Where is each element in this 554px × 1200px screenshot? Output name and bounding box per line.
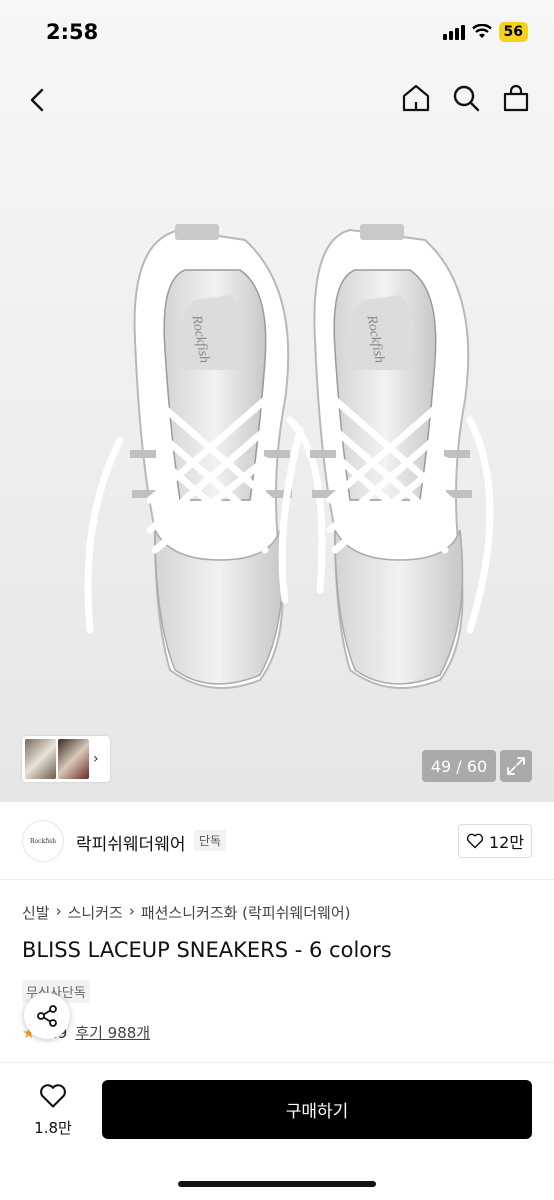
buy-button[interactable]: 구매하기 bbox=[102, 1080, 532, 1139]
wifi-icon bbox=[471, 24, 492, 38]
review-link[interactable]: 후기 988개 bbox=[75, 1022, 150, 1043]
chevron-right-icon: › bbox=[128, 902, 135, 920]
right-shoe: Rockfish bbox=[278, 224, 494, 689]
product-title: BLISS LACEUP SNEAKERS - 6 colors bbox=[22, 938, 392, 962]
bottom-action-bar: 1.8만 구매하기 bbox=[0, 1062, 554, 1200]
status-time: 2:58 bbox=[46, 20, 99, 44]
exclusive-badge: 단독 bbox=[194, 830, 227, 851]
share-button[interactable] bbox=[24, 993, 70, 1039]
signal-icon bbox=[442, 24, 465, 40]
brand-row[interactable]: Rockfish 락피쉬웨더웨어 단독 12만 bbox=[0, 802, 554, 880]
breadcrumb-item[interactable]: 신발 bbox=[22, 902, 50, 923]
brand-name[interactable]: 락피쉬웨더웨어 bbox=[76, 830, 185, 855]
home-icon[interactable] bbox=[400, 82, 432, 114]
brand-logo[interactable]: Rockfish bbox=[22, 820, 64, 862]
home-indicator bbox=[178, 1181, 376, 1187]
share-icon bbox=[37, 1005, 57, 1027]
image-counter: 49 / 60 bbox=[422, 750, 496, 782]
expand-icon[interactable] bbox=[500, 750, 532, 782]
left-shoe: Rockfish bbox=[84, 224, 326, 689]
breadcrumb-item[interactable]: 패션스니커즈화 (락피쉬웨더웨어) bbox=[141, 902, 351, 923]
chevron-right-icon[interactable]: › bbox=[93, 751, 99, 767]
breadcrumb: 신발 › 스니커즈 › 패션스니커즈화 (락피쉬웨더웨어) bbox=[22, 902, 351, 923]
top-nav bbox=[0, 76, 554, 126]
battery-indicator: 56 bbox=[498, 22, 528, 42]
brand-like-count: 12만 bbox=[488, 833, 525, 852]
brand-like-button[interactable]: 12만 bbox=[458, 824, 532, 858]
thumbnail-1[interactable] bbox=[25, 739, 56, 779]
search-icon[interactable] bbox=[450, 82, 482, 114]
product-image: Rockfish Rockfish bbox=[84, 224, 494, 689]
bag-icon[interactable] bbox=[500, 82, 532, 114]
status-bar: 2:58 56 bbox=[0, 0, 554, 64]
back-icon[interactable] bbox=[22, 84, 54, 116]
status-icons: 56 bbox=[442, 22, 528, 42]
product-gallery[interactable]: 2:58 56 Rockfish Rockfish › 49 / 60 bbox=[0, 0, 554, 802]
wishlist-count: 1.8만 bbox=[34, 1119, 72, 1137]
wishlist-button[interactable]: 1.8만 bbox=[28, 1083, 78, 1138]
chevron-right-icon: › bbox=[55, 902, 62, 920]
thumbnail-strip[interactable]: › bbox=[22, 736, 110, 782]
thumbnail-2[interactable] bbox=[58, 739, 89, 779]
heart-icon bbox=[40, 1084, 66, 1108]
heart-icon bbox=[466, 833, 484, 849]
breadcrumb-item[interactable]: 스니커즈 bbox=[68, 902, 123, 923]
